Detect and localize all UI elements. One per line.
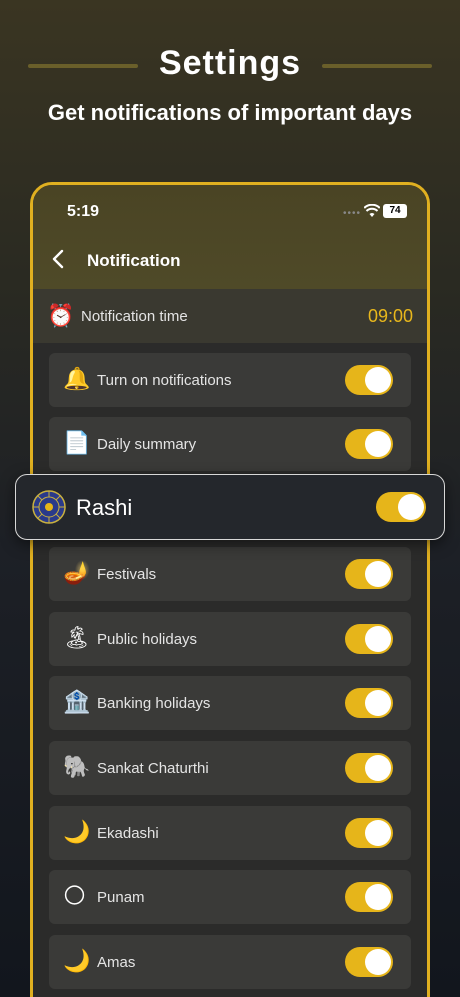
toggle-knob xyxy=(365,820,391,846)
app-header: 5:19 •••• 74 Notification xyxy=(33,185,427,289)
row-daily-summary: 📄 Daily summary xyxy=(49,417,411,471)
row-label: Ekadashi xyxy=(97,825,159,842)
toggle-knob xyxy=(365,367,391,393)
document-icon: 📄 xyxy=(63,430,91,455)
row-amas: 🌙 Amas xyxy=(49,935,411,989)
row-punam: 🌕 Punam xyxy=(49,870,411,924)
row-sankat-chaturthi: 🐘 Sankat Chaturthi xyxy=(49,741,411,795)
row-label: Turn on notifications xyxy=(97,372,232,389)
toggle-knob xyxy=(365,626,391,652)
bell-icon: 🔔 xyxy=(63,366,91,391)
toggle-daily-summary[interactable] xyxy=(345,429,393,459)
toggle-turn-on-notifications[interactable] xyxy=(345,365,393,395)
palm-tree-icon: 🏝 xyxy=(63,625,91,650)
notification-time-label: Notification time xyxy=(81,308,188,325)
notification-time-value[interactable]: 09:00 xyxy=(368,306,413,327)
phone-frame: 5:19 •••• 74 Notification ⏰ Notification… xyxy=(30,182,430,997)
row-label: Daily summary xyxy=(97,436,197,453)
toggle-festivals[interactable] xyxy=(345,559,393,589)
toggle-ekadashi[interactable] xyxy=(345,818,393,848)
toggle-knob xyxy=(398,494,424,520)
moon-icon: 🌙 xyxy=(63,819,91,844)
toggle-knob xyxy=(365,690,391,716)
crescent-moon-icon: 🌙 xyxy=(63,948,91,973)
toggle-knob xyxy=(365,431,391,457)
toggle-public-holidays[interactable] xyxy=(345,624,393,654)
full-moon-icon: 🌕 xyxy=(63,883,86,908)
row-ekadashi: 🌙 Ekadashi xyxy=(49,806,411,860)
toggle-knob xyxy=(365,949,391,975)
back-chevron-icon[interactable] xyxy=(51,249,67,269)
toggle-amas[interactable] xyxy=(345,947,393,977)
signal-icon: •••• xyxy=(342,208,361,219)
row-label: Festivals xyxy=(97,566,157,583)
row-festivals: 🪔 Festivals xyxy=(49,547,411,601)
row-turn-on-notifications: 🔔 Turn on notifications xyxy=(49,353,411,407)
zodiac-wheel-icon xyxy=(32,490,66,524)
row-label: Banking holidays xyxy=(97,695,211,712)
hero-subtitle: Get notifications of important days xyxy=(47,100,413,125)
row-banking-holidays: 🏦 Banking holidays xyxy=(49,676,411,730)
row-public-holidays: 🏝 Public holidays xyxy=(49,612,411,666)
hero-title: Settings xyxy=(158,44,302,82)
row-label: Punam xyxy=(97,889,145,906)
clock-icon: ⏰ xyxy=(47,303,75,328)
row-label: Sankat Chaturthi xyxy=(97,760,209,777)
diya-icon: 🪔 xyxy=(63,560,91,585)
battery-icon: 74 xyxy=(383,204,407,218)
toggle-punam[interactable] xyxy=(345,882,393,912)
wifi-icon xyxy=(364,204,380,217)
ganesha-icon: 🐘 xyxy=(63,754,91,779)
toggle-knob xyxy=(365,755,391,781)
bank-icon: 🏦 xyxy=(63,689,91,714)
toggle-banking-holidays[interactable] xyxy=(345,688,393,718)
toggle-rashi[interactable] xyxy=(376,492,426,522)
page-title: Notification xyxy=(87,251,181,270)
status-time: 5:19 xyxy=(67,203,100,220)
toggle-knob xyxy=(365,561,391,587)
toggle-sankat-chaturthi[interactable] xyxy=(345,753,393,783)
rashi-highlight-card: Rashi xyxy=(15,474,445,540)
notification-time-row[interactable]: ⏰ Notification time 09:00 xyxy=(33,289,427,343)
row-label: Public holidays xyxy=(97,631,198,648)
row-label: Amas xyxy=(97,954,136,971)
toggle-knob xyxy=(365,884,391,910)
rashi-label: Rashi xyxy=(76,495,133,520)
